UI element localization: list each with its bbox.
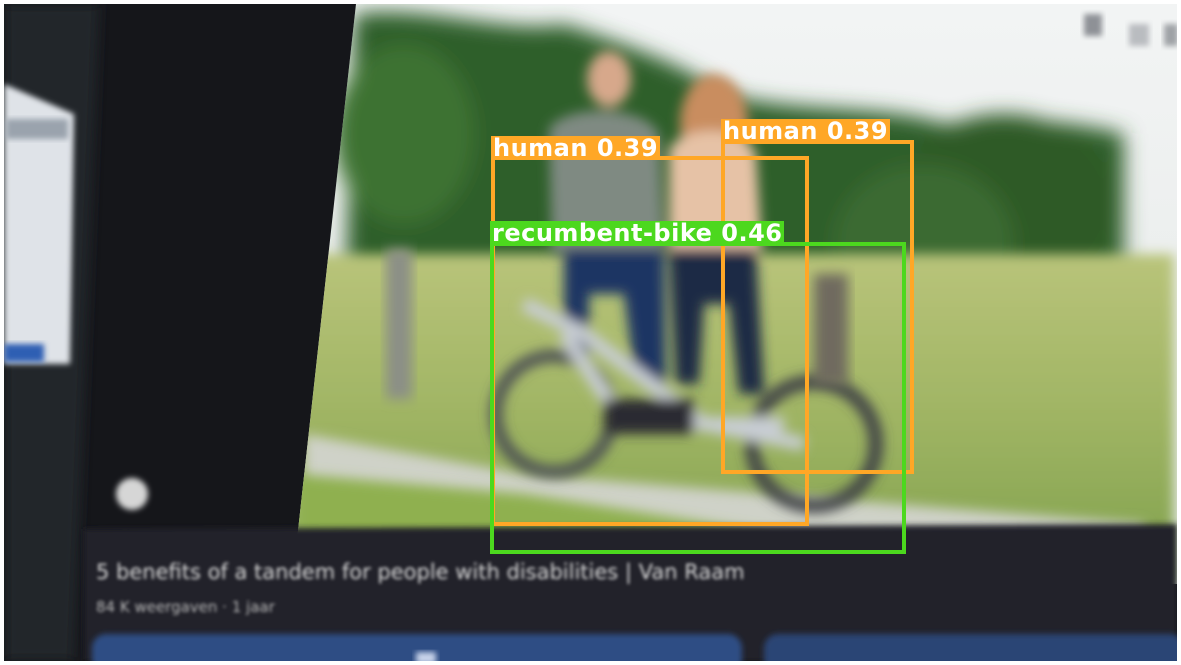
detection-label-human-left: human 0.39 xyxy=(491,134,661,162)
detection-label-recumbent-bike: recumbent-bike 0.46 xyxy=(490,219,785,247)
detection-box-recumbent-bike xyxy=(490,242,906,554)
detection-label-human-right: human 0.39 xyxy=(721,117,891,145)
video-title: 5 benefits of a tandem for people with d… xyxy=(96,560,745,584)
video-metadata: 84 K weergaven · 1 jaar xyxy=(96,598,275,616)
photo-scene: 5 benefits of a tandem for people with d… xyxy=(4,4,1177,661)
